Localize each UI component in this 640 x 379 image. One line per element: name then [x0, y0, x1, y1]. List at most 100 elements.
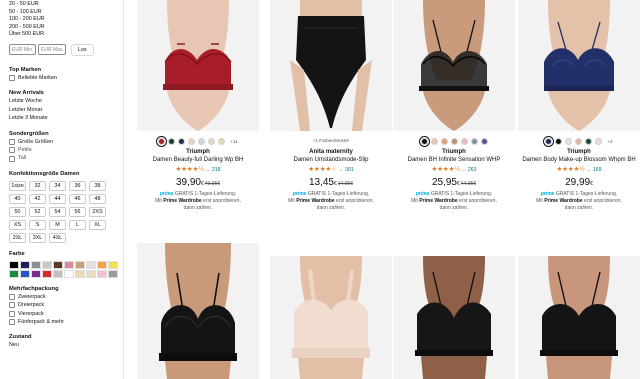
product-title[interactable]: Damen BH Infinite Sensation WHP: [393, 156, 515, 164]
checkbox[interactable]: [9, 319, 15, 326]
more-colors[interactable]: +4: [607, 139, 612, 144]
more-colors[interactable]: +1 Farben/Muster: [270, 137, 392, 145]
size-option[interactable]: 3XL: [29, 232, 46, 243]
product-title[interactable]: Damen Umstandsmode-Slip: [270, 156, 392, 164]
size-option[interactable]: 50: [9, 206, 26, 217]
color-swatch[interactable]: [543, 135, 555, 147]
special-size-option[interactable]: Petite: [9, 146, 124, 154]
product-rating[interactable]: ★★★★½ ⌄ 169: [518, 166, 640, 174]
product-image[interactable]: [270, 256, 392, 379]
multipack-option[interactable]: Zweierpack: [9, 293, 124, 301]
price-link[interactable]: 20 - 50 EUR: [9, 1, 124, 9]
product-image[interactable]: [270, 0, 392, 131]
size-option[interactable]: 34: [49, 180, 66, 191]
size-option[interactable]: 40: [9, 193, 26, 204]
checkbox[interactable]: [9, 75, 15, 82]
color-filter-swatch[interactable]: [53, 260, 63, 269]
checkbox[interactable]: [9, 302, 15, 309]
size-option[interactable]: 2XS: [89, 206, 106, 217]
size-option[interactable]: 48: [89, 193, 106, 204]
multipack-option[interactable]: Fünferpack & mehr: [9, 318, 124, 326]
checkbox[interactable]: [9, 155, 15, 162]
condition-link[interactable]: Neu: [9, 341, 124, 349]
color-swatch[interactable]: [198, 137, 206, 145]
checkbox[interactable]: [9, 147, 15, 154]
product-image[interactable]: [393, 256, 515, 379]
color-filter-swatch[interactable]: [31, 260, 41, 269]
product-image[interactable]: [518, 256, 640, 379]
color-swatch[interactable]: [565, 137, 573, 145]
color-filter-swatch[interactable]: [108, 260, 118, 269]
size-option[interactable]: 4XL: [49, 232, 66, 243]
color-filter-swatch[interactable]: [97, 269, 107, 278]
size-option[interactable]: L: [69, 219, 86, 230]
size-option[interactable]: 1size: [9, 180, 26, 191]
rating-count[interactable]: 301: [345, 167, 354, 173]
price-link[interactable]: Über 500 EUR: [9, 31, 124, 39]
new-arrivals-link[interactable]: Letzter Monat: [9, 106, 124, 114]
size-option[interactable]: 56: [69, 206, 86, 217]
color-filter-swatch[interactable]: [20, 260, 30, 269]
color-filter-swatch[interactable]: [64, 269, 74, 278]
size-option[interactable]: 52: [29, 206, 46, 217]
color-filter-swatch[interactable]: [86, 269, 96, 278]
color-swatch[interactable]: [418, 135, 430, 147]
color-swatch[interactable]: [156, 135, 168, 147]
color-swatch[interactable]: [430, 137, 438, 145]
checkbox[interactable]: [9, 294, 15, 301]
color-filter-swatch[interactable]: [31, 269, 41, 278]
color-swatch[interactable]: [440, 137, 448, 145]
color-swatch[interactable]: [555, 137, 563, 145]
max-price-input[interactable]: EUR Max: [38, 44, 66, 56]
product-rating[interactable]: ★★★★½ ⌄ 263: [393, 166, 515, 174]
size-option[interactable]: XS: [9, 219, 26, 230]
multipack-option[interactable]: Viererpack: [9, 310, 124, 318]
product-title[interactable]: Damen Body Make-up Blossom Whpm BH: [518, 156, 640, 164]
size-option[interactable]: 2XL: [9, 232, 26, 243]
special-size-option[interactable]: Tall: [9, 154, 124, 162]
multipack-option[interactable]: Dreierpack: [9, 301, 124, 309]
size-option[interactable]: XL: [89, 219, 106, 230]
color-filter-swatch[interactable]: [42, 269, 52, 278]
color-filter-swatch[interactable]: [75, 269, 85, 278]
size-option[interactable]: 46: [69, 193, 86, 204]
size-option[interactable]: 38: [89, 180, 106, 191]
color-filter-swatch[interactable]: [86, 260, 96, 269]
color-filter-swatch[interactable]: [42, 260, 52, 269]
size-option[interactable]: 54: [49, 206, 66, 217]
color-filter-swatch[interactable]: [53, 269, 63, 278]
product-title[interactable]: Damen Beauty-full Darling Wp BH: [137, 156, 259, 164]
price-link[interactable]: 50 - 100 EUR: [9, 9, 124, 17]
min-price-input[interactable]: EUR Min: [9, 44, 36, 56]
color-swatch[interactable]: [470, 137, 478, 145]
product-image[interactable]: [393, 0, 515, 131]
size-option[interactable]: 36: [69, 180, 86, 191]
color-filter-swatch[interactable]: [9, 269, 19, 278]
color-swatch[interactable]: [168, 137, 176, 145]
size-option[interactable]: 44: [49, 193, 66, 204]
color-filter-swatch[interactable]: [9, 260, 19, 269]
color-swatch[interactable]: [585, 137, 593, 145]
rating-count[interactable]: 169: [593, 167, 602, 173]
special-size-option[interactable]: Große Größen: [9, 138, 124, 146]
size-option[interactable]: 42: [29, 193, 46, 204]
color-swatch[interactable]: [575, 137, 583, 145]
product-image[interactable]: [137, 0, 259, 131]
size-option[interactable]: S: [29, 219, 46, 230]
new-arrivals-link[interactable]: Letzte Woche: [9, 97, 124, 105]
product-rating[interactable]: ★★★★☆ ⌄ 301: [270, 166, 392, 174]
product-image[interactable]: [137, 243, 259, 379]
rating-count[interactable]: 218: [212, 167, 221, 173]
color-filter-swatch[interactable]: [108, 269, 118, 278]
more-colors[interactable]: +11: [230, 139, 237, 144]
color-swatch[interactable]: [460, 137, 468, 145]
color-filter-swatch[interactable]: [64, 260, 74, 269]
color-swatch[interactable]: [188, 137, 196, 145]
new-arrivals-link[interactable]: Letzte 3 Monate: [9, 114, 124, 122]
color-swatch[interactable]: [178, 137, 186, 145]
color-swatch[interactable]: [450, 137, 458, 145]
color-filter-swatch[interactable]: [75, 260, 85, 269]
color-filter-swatch[interactable]: [20, 269, 30, 278]
checkbox[interactable]: [9, 138, 15, 145]
price-link[interactable]: 100 - 200 EUR: [9, 16, 124, 24]
